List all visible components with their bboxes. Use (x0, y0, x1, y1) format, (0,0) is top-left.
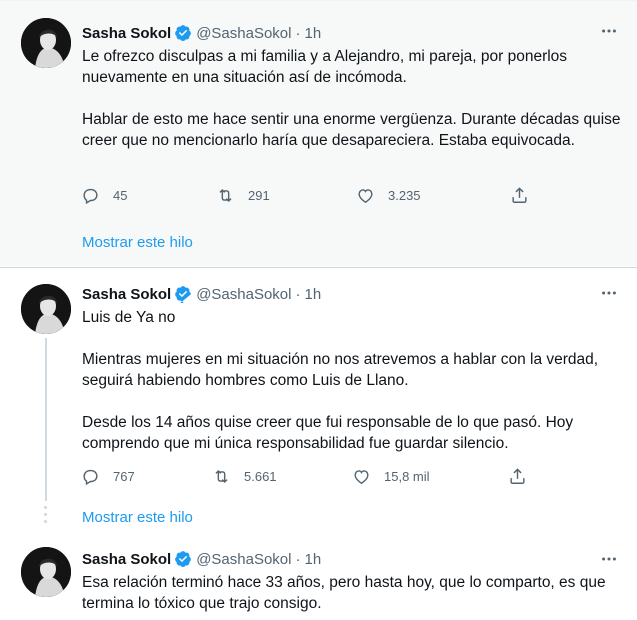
more-options-icon[interactable] (599, 21, 619, 41)
avatar-photo (21, 18, 71, 68)
tweet-paragraph: Mientras mujeres en mi situación no nos … (82, 351, 599, 389)
timestamp[interactable]: 1h (304, 551, 321, 568)
show-thread-link[interactable]: Mostrar este hilo (82, 234, 193, 251)
separator: · (295, 550, 301, 568)
timestamp[interactable]: 1h (304, 25, 321, 42)
share-icon (512, 186, 527, 203)
like-button[interactable]: 15,8 mil (352, 465, 430, 487)
tweet-header: Sasha Sokol @SashaSokol · 1h (82, 284, 321, 304)
reply-icon (83, 469, 98, 485)
reply-button[interactable]: 45 (81, 184, 127, 206)
avatar[interactable] (21, 284, 71, 334)
retweet-icon (215, 469, 228, 483)
heart-icon (358, 188, 373, 203)
like-count: 3.235 (388, 187, 421, 203)
tweet-header: Sasha Sokol @SashaSokol · 1h (82, 549, 321, 569)
thread-connector (45, 338, 47, 501)
share-button[interactable] (510, 184, 529, 206)
tweet-paragraph: Hablar de esto me hace sentir una enorme… (82, 111, 621, 149)
like-button[interactable]: 3.235 (356, 184, 421, 206)
verified-badge-icon (174, 550, 192, 568)
verified-badge-icon (174, 24, 192, 42)
thread-gap-dots (43, 506, 49, 527)
avatar-photo (21, 284, 71, 334)
separator: · (295, 285, 301, 303)
avatar[interactable] (21, 18, 71, 68)
tweet-header: Sasha Sokol @SashaSokol · 1h (82, 23, 321, 43)
author-name[interactable]: Sasha Sokol (82, 286, 171, 303)
author-handle[interactable]: @SashaSokol (196, 286, 291, 303)
retweet-button[interactable]: 5.661 (212, 465, 277, 487)
like-count: 15,8 mil (384, 468, 430, 484)
avatar-photo (21, 547, 71, 597)
timestamp[interactable]: 1h (304, 286, 321, 303)
tweet-text: Le ofrezco disculpas a mi familia y a Al… (82, 46, 622, 151)
author-name[interactable]: Sasha Sokol (82, 25, 171, 42)
author-handle[interactable]: @SashaSokol (196, 25, 291, 42)
separator: · (295, 24, 301, 42)
reply-count: 767 (113, 468, 135, 484)
tweet-1[interactable]: Sasha Sokol @SashaSokol · 1h Le ofrezco … (0, 0, 637, 266)
avatar[interactable] (21, 547, 71, 597)
author-handle[interactable]: @SashaSokol (196, 551, 291, 568)
tweet-2[interactable]: Sasha Sokol @SashaSokol · 1h Luis de Ya … (0, 267, 637, 532)
tweet-paragraph: Esa relación terminó hace 33 años, pero … (82, 574, 606, 612)
tweet-actions: 45 291 3.235 (76, 184, 536, 206)
tweet-actions: 767 5.661 15,8 mil (76, 465, 536, 487)
tweet-paragraph: Le ofrezco disculpas a mi familia y a Al… (82, 48, 568, 86)
heart-icon (354, 469, 369, 484)
verified-badge-icon (174, 285, 192, 303)
tweet-text: Luis de Ya no Mientras mujeres en mi sit… (82, 307, 622, 454)
more-options-icon[interactable] (599, 549, 619, 569)
retweet-count: 291 (248, 187, 270, 203)
show-thread-link[interactable]: Mostrar este hilo (82, 509, 193, 526)
tweet-text: Esa relación terminó hace 33 años, pero … (82, 572, 622, 614)
tweet-paragraph: Desde los 14 años quise creer que fui re… (82, 414, 574, 452)
more-options-icon[interactable] (599, 283, 619, 303)
reply-count: 45 (113, 187, 128, 203)
retweet-button[interactable]: 291 (216, 184, 270, 206)
share-button[interactable] (508, 465, 527, 487)
share-icon (510, 467, 525, 484)
reply-button[interactable]: 767 (81, 465, 135, 487)
retweet-count: 5.661 (244, 468, 277, 484)
retweet-icon (219, 188, 232, 202)
author-name[interactable]: Sasha Sokol (82, 551, 171, 568)
tweet-3[interactable]: Sasha Sokol @SashaSokol · 1h Esa relació… (0, 532, 637, 620)
tweet-paragraph: Luis de Ya no (82, 309, 176, 326)
reply-icon (83, 188, 98, 204)
